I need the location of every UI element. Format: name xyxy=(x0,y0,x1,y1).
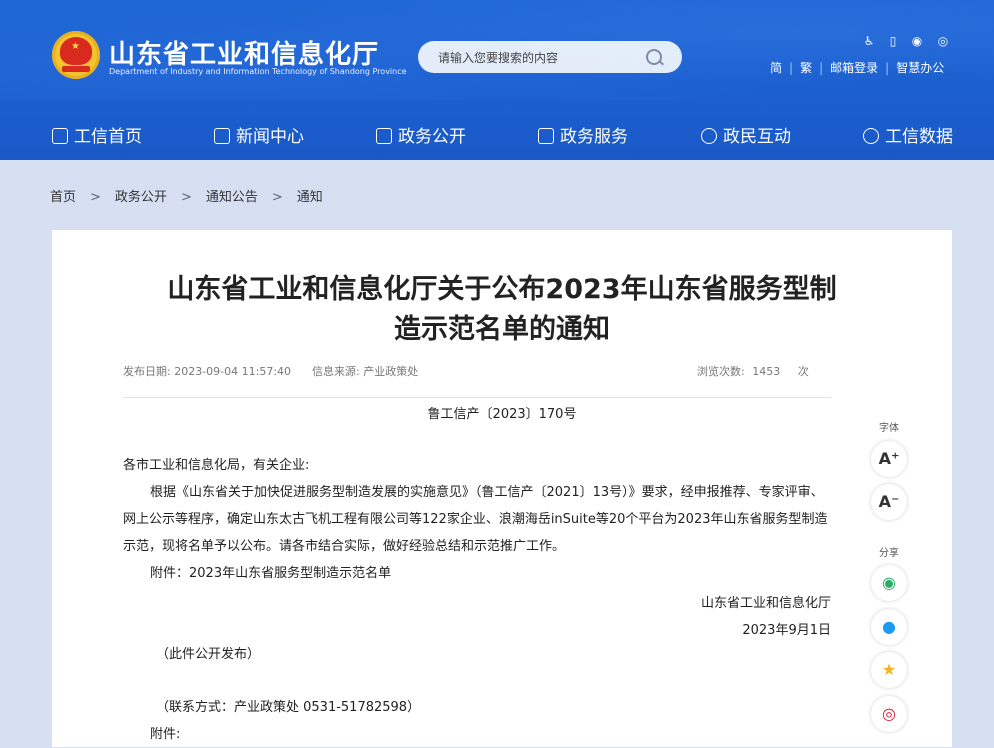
email-login-link[interactable]: 邮箱登录 xyxy=(830,61,878,75)
qzone-share-icon[interactable]: ★ xyxy=(871,652,907,688)
site-header: ★ 山东省工业和信息化厅 Department of Industry and … xyxy=(0,0,994,160)
breadcrumb-separator: > xyxy=(271,190,283,205)
chat-icon xyxy=(701,128,717,144)
document-number: 鲁工信产〔2023〕170号 xyxy=(427,407,577,422)
database-icon xyxy=(863,128,879,144)
smart-office-link[interactable]: 智慧办公 xyxy=(896,61,944,75)
info-source: 产业政策处 xyxy=(363,365,419,378)
weibo-icon[interactable]: ◎ xyxy=(936,34,950,48)
meta-divider xyxy=(123,397,831,398)
traditional-chinese-link[interactable]: 繁 xyxy=(800,61,812,75)
wechat-share-icon[interactable]: ◉ xyxy=(871,565,907,601)
mobile-icon[interactable]: ▯ xyxy=(886,34,900,48)
view-count: 浏览次数: 1453 次 xyxy=(697,365,809,378)
qq-share-icon[interactable]: ● xyxy=(871,609,907,645)
signature-org: 山东省工业和信息化厅 xyxy=(700,596,831,611)
font-decrease-button[interactable]: A⁻ xyxy=(871,484,907,520)
national-emblem-logo[interactable]: ★ xyxy=(52,31,100,79)
font-increase-button[interactable]: A⁺ xyxy=(871,441,907,477)
contact-info: （联系方式：产业政策处 0531-51782598） xyxy=(156,700,421,715)
weibo-share-icon[interactable]: ◎ xyxy=(871,696,907,732)
simplified-chinese-link[interactable]: 简 xyxy=(770,61,782,75)
article-paragraph: 根据《山东省关于加快促进服务型制造发展的实施意见》（鲁工信产〔2021〕13号）… xyxy=(123,485,828,554)
share-label: 分享 xyxy=(879,548,899,559)
site-english-name: Department of Industry and Information T… xyxy=(109,67,407,76)
breadcrumb-separator: > xyxy=(90,190,101,205)
attachment-line[interactable]: 附件：2023年山东省服务型制造示范名单 xyxy=(123,560,835,587)
header-tool-links: 简 | 繁 | 邮箱登录 | 智慧办公 xyxy=(770,61,945,75)
nav-item-data[interactable]: 工信数据 xyxy=(863,122,953,147)
main-nav: 工信首页 新闻中心 政务公开 政务服务 政民互动 工信数据 xyxy=(0,112,994,152)
accessibility-icon[interactable]: ♿ xyxy=(862,34,876,48)
monitor-icon xyxy=(376,128,392,144)
service-icon xyxy=(538,128,554,144)
site-name[interactable]: 山东省工业和信息化厅 xyxy=(109,34,379,71)
nav-item-interaction[interactable]: 政民互动 xyxy=(701,122,791,147)
article-meta: 发布日期: 2023-09-04 11:57:40 信息来源: 产业政策处 xyxy=(123,365,419,378)
search-box[interactable]: 请输入您要搜索的内容 xyxy=(418,41,682,73)
public-note: （此件公开发布） xyxy=(156,647,261,662)
breadcrumb-home[interactable]: 首页 xyxy=(50,190,76,205)
news-icon xyxy=(214,128,230,144)
breadcrumb-notices[interactable]: 通知公告 xyxy=(206,190,258,205)
nav-item-gov-services[interactable]: 政务服务 xyxy=(538,122,628,147)
article-card: 山东省工业和信息化厅关于公布2023年山东省服务型制 造示范名单的通知 发布日期… xyxy=(52,230,952,747)
search-icon[interactable] xyxy=(646,49,662,65)
publish-date: 2023-09-04 11:57:40 xyxy=(174,365,292,378)
breadcrumb-current: 通知 xyxy=(296,190,323,205)
header-tool-icons: ♿ ▯ ◉ ◎ xyxy=(862,34,954,50)
search-input[interactable]: 请输入您要搜索的内容 xyxy=(438,49,558,66)
nav-item-news[interactable]: 新闻中心 xyxy=(214,122,304,147)
salutation: 各市工业和信息化局，有关企业: xyxy=(123,458,310,473)
breadcrumb-separator: > xyxy=(180,190,192,205)
nav-item-home[interactable]: 工信首页 xyxy=(52,122,142,147)
font-size-label: 字体 xyxy=(879,423,899,434)
signature-date: 2023年9月1日 xyxy=(742,623,831,638)
breadcrumb: 首页 > 政务公开 > 通知公告 > 通知 xyxy=(50,186,323,205)
home-icon xyxy=(52,128,68,144)
article-title: 山东省工业和信息化厅关于公布2023年山东省服务型制 造示范名单的通知 xyxy=(167,274,837,345)
breadcrumb-gov-affairs[interactable]: 政务公开 xyxy=(115,190,167,205)
wechat-icon[interactable]: ◉ xyxy=(910,34,924,48)
nav-item-gov-affairs[interactable]: 政务公开 xyxy=(376,122,466,147)
attachment-label: 附件: xyxy=(150,727,181,742)
emblem-star-icon: ★ xyxy=(71,41,80,52)
